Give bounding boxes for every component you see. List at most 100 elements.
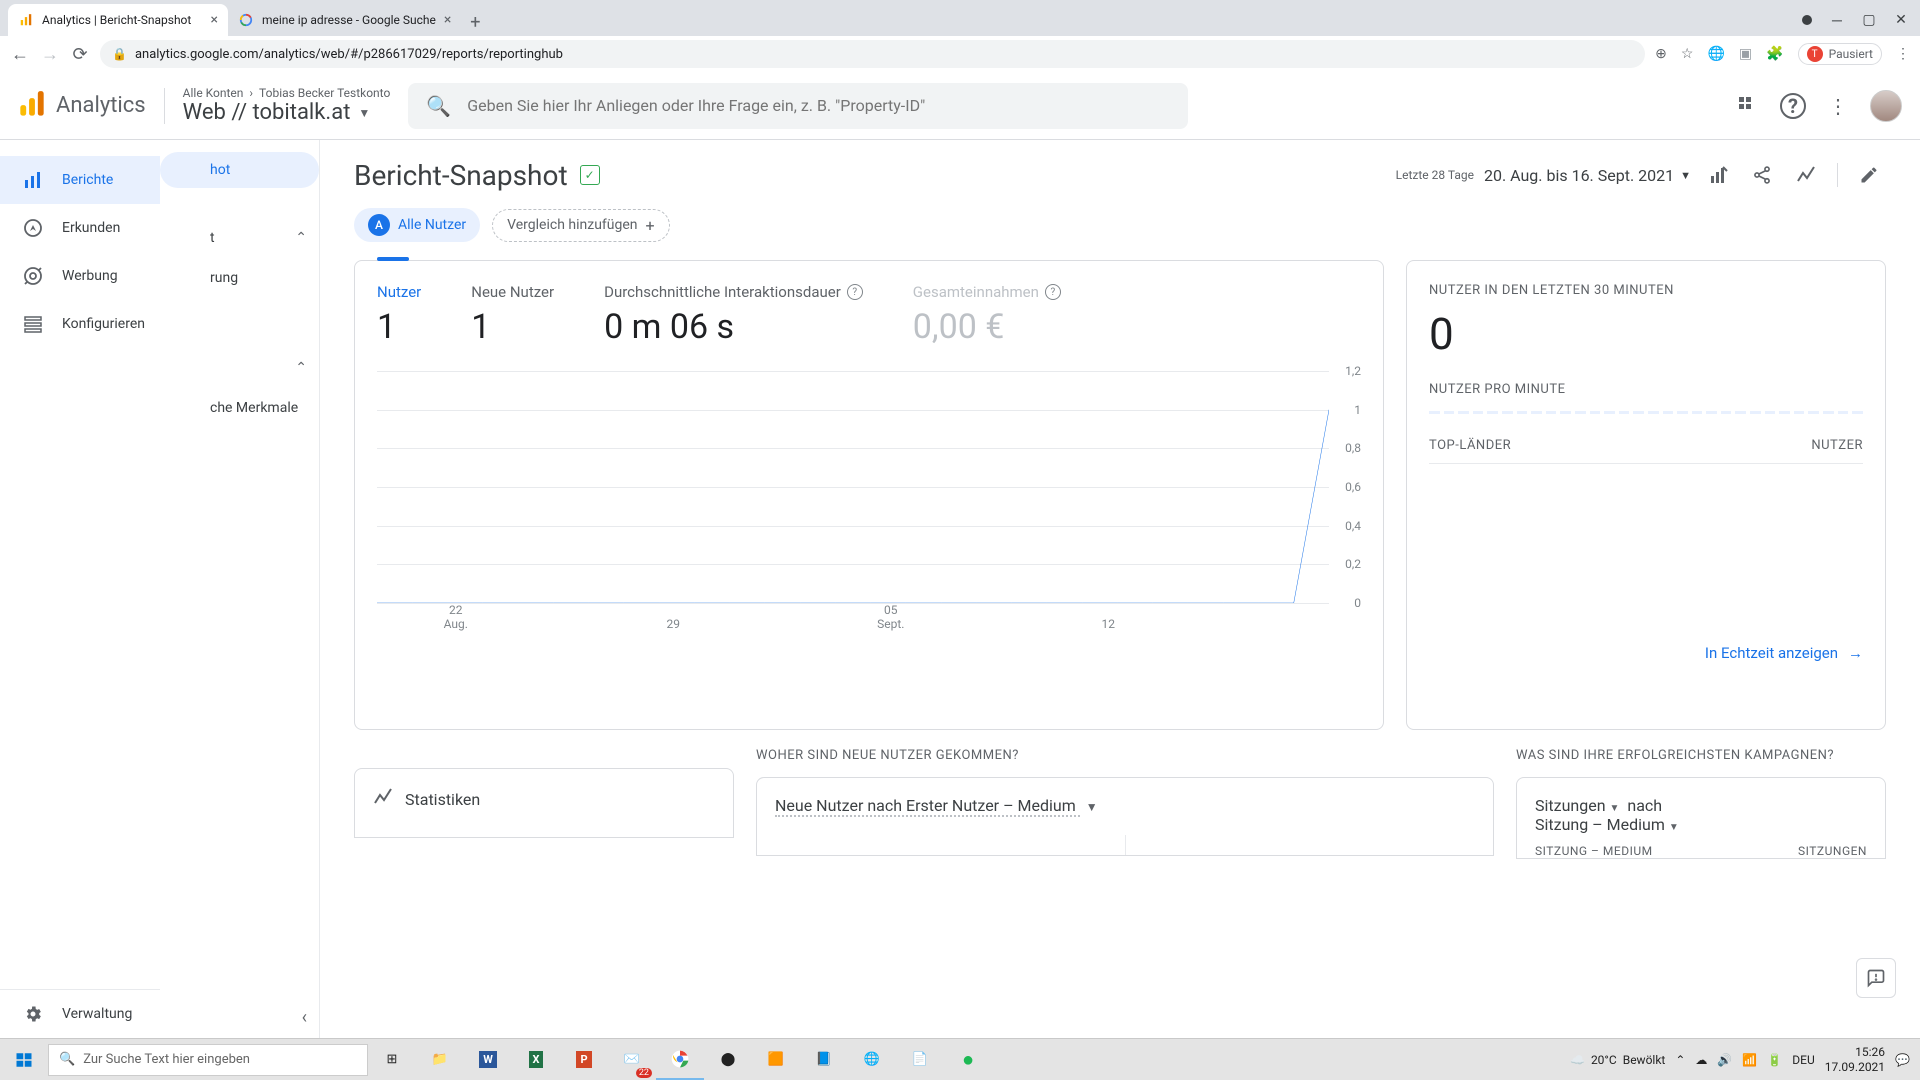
kebab-icon[interactable]: ⋮ — [1824, 92, 1852, 120]
minimize-icon[interactable]: ─ — [1830, 13, 1844, 27]
customize-icon[interactable] — [1701, 158, 1735, 192]
date-scope-label: Letzte 28 Tage — [1396, 168, 1474, 182]
subnav-section[interactable]: t ⌃ — [160, 218, 319, 258]
browser-tab-google[interactable]: meine ip adresse - Google Suche × — [228, 4, 461, 36]
nav-label: Werbung — [62, 268, 118, 284]
new-users-dimension-selector[interactable]: Neue Nutzer nach Erster Nutzer – Medium — [775, 796, 1080, 817]
notepad-icon[interactable]: 📄 — [896, 1039, 944, 1080]
analytics-favicon-icon — [18, 12, 34, 28]
paused-label: Pausiert — [1829, 47, 1873, 61]
reload-icon[interactable]: ⟳ — [70, 44, 90, 65]
metric-neue-nutzer[interactable]: Neue Nutzer1 — [471, 283, 554, 347]
segment-all-users-chip[interactable]: A Alle Nutzer — [354, 208, 480, 242]
cloud-icon: ☁️ — [1570, 1053, 1585, 1067]
zoom-icon[interactable]: ⊕ — [1655, 46, 1667, 62]
insights-icon[interactable] — [1789, 158, 1823, 192]
address-bar: ← → ⟳ 🔒 analytics.google.com/analytics/w… — [0, 36, 1920, 72]
forward-icon: → — [40, 44, 60, 65]
obs-icon[interactable]: ⬤ — [704, 1039, 752, 1080]
edit-icon[interactable] — [1852, 158, 1886, 192]
excel-icon[interactable]: X — [512, 1039, 560, 1080]
apps-grid-icon[interactable] — [1734, 92, 1762, 120]
wifi-icon[interactable]: 📶 — [1742, 1053, 1757, 1067]
google-favicon-icon — [238, 12, 254, 28]
account-dot-icon[interactable] — [1802, 15, 1812, 25]
language-indicator[interactable]: DEU — [1792, 1053, 1814, 1067]
help-icon[interactable]: ? — [847, 284, 863, 300]
nav-item-reports[interactable]: Berichte — [0, 156, 187, 204]
share-icon[interactable] — [1745, 158, 1779, 192]
avatar-letter: T — [1807, 46, 1823, 62]
sessions-metric-selector[interactable]: Sitzungen▼ — [1535, 796, 1619, 815]
subnav-item[interactable]: rung — [160, 258, 319, 298]
subnav-item-snapshot[interactable]: hot — [160, 152, 319, 188]
nav-label: Erkunden — [62, 220, 120, 236]
realtime-link[interactable]: In Echtzeit anzeigen → — [1429, 644, 1863, 662]
plus-icon: + — [646, 216, 655, 235]
clock[interactable]: 15:26 17.09.2021 — [1825, 1045, 1885, 1074]
task-view-icon[interactable]: ⊞ — [368, 1039, 416, 1080]
subnav-item-demographics[interactable]: che Merkmale — [160, 388, 319, 428]
nav-label: Berichte — [62, 172, 113, 188]
session-medium-selector[interactable]: Sitzung – Medium▼ — [1535, 815, 1679, 834]
date-range-picker[interactable]: 20. Aug. bis 16. Sept. 2021 ▼ — [1484, 166, 1691, 185]
browser-tab-analytics[interactable]: Analytics | Bericht-Snapshot × — [8, 4, 228, 36]
metric-gesamteinnahmen[interactable]: Gesamteinnahmen?0,00 € — [913, 283, 1061, 347]
star-icon[interactable]: ☆ — [1681, 46, 1694, 62]
add-comparison-chip[interactable]: Vergleich hinzufügen + — [492, 209, 669, 242]
search-box[interactable]: 🔍 — [408, 83, 1188, 129]
close-icon[interactable]: × — [211, 12, 218, 28]
help-icon[interactable]: ? — [1780, 93, 1806, 119]
chrome-icon[interactable] — [656, 1039, 704, 1080]
explorer-icon[interactable]: 📁 — [416, 1039, 464, 1080]
insights-card[interactable]: Statistiken — [354, 768, 734, 838]
metric-nutzer[interactable]: Nutzer1 — [377, 283, 421, 347]
analytics-logo[interactable]: Analytics — [18, 90, 146, 122]
app-icon-2[interactable]: 📘 — [800, 1039, 848, 1080]
config-icon — [22, 313, 44, 335]
property-selector[interactable]: Alle Konten › Tobias Becker Testkonto We… — [183, 86, 391, 125]
tray-chevron-icon[interactable]: ⌃ — [1675, 1053, 1685, 1067]
close-icon[interactable]: × — [444, 12, 451, 28]
extensions-icon[interactable]: 🧩 — [1766, 46, 1783, 62]
breadcrumb: Alle Konten › Tobias Becker Testkonto — [183, 86, 391, 100]
chevron-right-icon: › — [249, 86, 253, 100]
weather-widget[interactable]: ☁️ 20°C Bewölkt — [1570, 1053, 1665, 1067]
metric-durchschnittliche-interaktionsdauer[interactable]: Durchschnittliche Interaktionsdauer?0 m … — [604, 283, 863, 347]
account-avatar[interactable] — [1870, 90, 1902, 122]
users-line-chart: 1,210,80,60,40,20 22Aug.2905Sept.12 — [377, 371, 1361, 631]
analytics-logo-icon — [18, 90, 46, 122]
subnav-section-2[interactable]: ⌃ — [160, 348, 319, 388]
notifications-icon[interactable]: 💬 — [1895, 1053, 1910, 1067]
spotify-icon[interactable]: ● — [944, 1039, 992, 1080]
help-icon[interactable]: ? — [1045, 284, 1061, 300]
verified-icon: ✓ — [580, 165, 600, 185]
collapse-panel-icon[interactable]: ‹ — [302, 1007, 307, 1028]
windows-taskbar: 🔍 Zur Suche Text hier eingeben ⊞ 📁 W X P… — [0, 1038, 1920, 1080]
taskbar-search[interactable]: 🔍 Zur Suche Text hier eingeben — [48, 1044, 368, 1076]
onedrive-icon[interactable]: ☁ — [1695, 1053, 1707, 1067]
close-window-icon[interactable]: ✕ — [1894, 13, 1908, 27]
campaign-col1: SITZUNG – MEDIUM — [1535, 844, 1653, 858]
translate-icon[interactable]: 🌐 — [1707, 46, 1724, 62]
start-button[interactable] — [0, 1039, 48, 1080]
edge-icon[interactable]: 🌐 — [848, 1039, 896, 1080]
battery-icon[interactable]: 🔋 — [1767, 1053, 1782, 1067]
tab-strip: Analytics | Bericht-Snapshot × meine ip … — [0, 0, 1920, 36]
feedback-button[interactable] — [1856, 958, 1896, 998]
cast-icon[interactable]: ▣ — [1739, 46, 1752, 62]
profile-paused-pill[interactable]: T Pausiert — [1798, 43, 1882, 65]
volume-icon[interactable]: 🔊 — [1717, 1053, 1732, 1067]
maximize-icon[interactable]: ▢ — [1862, 13, 1876, 27]
realtime-subtitle: NUTZER PRO MINUTE — [1429, 382, 1863, 397]
search-input[interactable] — [467, 96, 1170, 115]
app-icon[interactable]: 🟧 — [752, 1039, 800, 1080]
new-tab-button[interactable]: + — [461, 8, 489, 36]
mail-icon[interactable]: ✉️ — [608, 1039, 656, 1080]
back-icon[interactable]: ← — [10, 44, 30, 65]
kebab-icon[interactable]: ⋮ — [1896, 46, 1910, 62]
word-icon[interactable]: W — [464, 1039, 512, 1080]
url-input[interactable]: 🔒 analytics.google.com/analytics/web/#/p… — [100, 40, 1645, 68]
powerpoint-icon[interactable]: P — [560, 1039, 608, 1080]
new-users-section-title: WOHER SIND NEUE NUTZER GEKOMMEN? — [756, 748, 1494, 763]
